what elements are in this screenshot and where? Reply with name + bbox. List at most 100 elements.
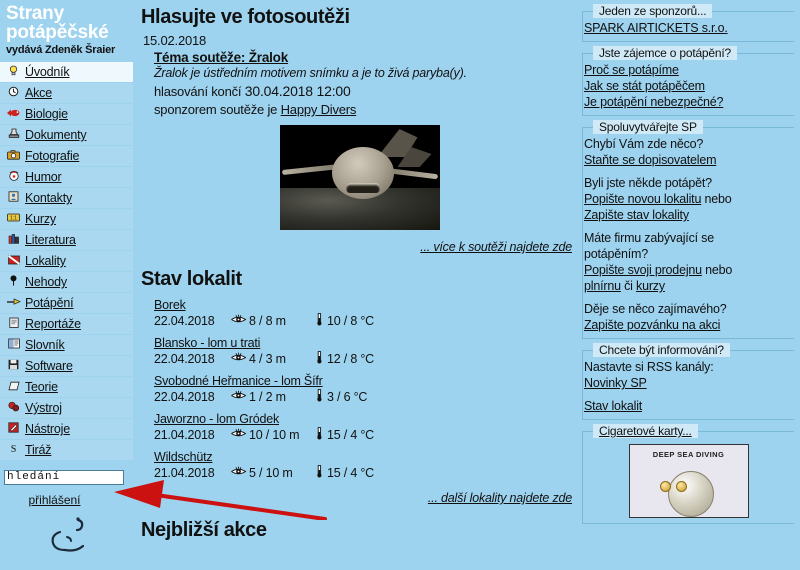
locality-temperature: 12 / 8 °C	[327, 352, 374, 366]
contest-deadline: hlasování končí 30.04.2018 12:00	[154, 83, 578, 99]
sidebar-item-kurzy[interactable]: 1:1 Kurzy	[0, 209, 133, 230]
sidebar-item-potapeni[interactable]: Potápění	[0, 293, 133, 314]
describe-shop-link[interactable]: Popište svoji prodejnu	[584, 263, 702, 277]
sidebar-item-fotografie[interactable]: Fotografie	[0, 146, 133, 167]
cocreate-question-3-line2: potápěním?	[584, 247, 649, 261]
events-title: Nejbližší akce	[141, 519, 267, 541]
thermometer-icon	[311, 389, 327, 405]
localities-more-link[interactable]: ... další lokality najdete zde	[428, 491, 572, 505]
locality-date: 21.04.2018	[154, 466, 215, 480]
rss-localities-link[interactable]: Stav lokalit	[584, 399, 642, 413]
photo-shark-mouth	[345, 183, 380, 193]
sidebar-item-nastroje[interactable]: Nástroje	[0, 419, 133, 440]
contest-sponsor: sponzorem soutěže je Happy Divers	[154, 102, 578, 117]
rss-box: Chcete být informováni? Nastavte si RSS …	[582, 343, 794, 420]
locality-name-link[interactable]: Borek	[154, 298, 186, 312]
search-input[interactable]	[4, 469, 124, 485]
interest-box: Jste zájemce o potápění? Proč se potápím…	[582, 46, 794, 116]
sidebar-item-dokumenty[interactable]: Dokumenty	[0, 125, 133, 146]
sidebar-item-lokality[interactable]: Lokality	[0, 251, 133, 272]
sidebar-item-label: Reportáže	[25, 317, 81, 331]
page-root: Strany potápěčské vydává Zdeněk Šraier Ú…	[0, 0, 800, 570]
shark-photo[interactable]	[279, 125, 440, 230]
describe-locality-link[interactable]: Popište novou lokalitu	[584, 192, 701, 206]
contest-theme-link[interactable]: Téma soutěže: Žralok	[154, 50, 288, 65]
locality-temperature: 10 / 8 °C	[327, 314, 374, 328]
locality-visibility: 10 / 10 m	[249, 428, 300, 442]
fish-doodle-icon	[34, 516, 104, 559]
sidebar-item-slovnik[interactable]: Slovník	[0, 335, 133, 356]
dictionary-icon	[6, 338, 21, 352]
dollar-icon: S	[6, 443, 21, 457]
thermometer-icon	[311, 465, 327, 481]
interest-box-legend: Jste zájemce o potápění?	[593, 46, 737, 60]
interest-link[interactable]: Jak se stát potápěčem	[584, 79, 705, 93]
cocreate-question-2: Byli jste někde potápět?	[584, 176, 712, 190]
submit-event-link[interactable]: Zapište pozvánku na akci	[584, 318, 720, 332]
sidebar-item-akce[interactable]: Akce	[0, 83, 133, 104]
contest-details: Téma soutěže: Žralok Žralok je ústředním…	[154, 50, 578, 117]
sidebar-item-teorie[interactable]: Teorie	[0, 377, 133, 398]
interest-link[interactable]: Proč se potápíme	[584, 63, 679, 77]
filling-station-link[interactable]: plnírnu	[584, 279, 621, 293]
diveflag-icon	[6, 254, 21, 268]
sidebar-item-uvodnik[interactable]: Úvodník	[0, 62, 133, 83]
svg-text:S: S	[11, 444, 17, 454]
record-locality-state-link[interactable]: Zapište stav lokality	[584, 208, 689, 222]
table-row: Blansko - lom u trati 22.04.2018 4 / 3 m…	[154, 335, 578, 367]
sponsor-company-link[interactable]: SPARK AIRTICKETS s.r.o.	[584, 21, 728, 35]
sponsor-link[interactable]: Happy Divers	[281, 102, 357, 117]
locality-visibility: 1 / 2 m	[249, 390, 286, 404]
sidebar-item-label: Akce	[25, 86, 52, 100]
cards-box-legend[interactable]: Cigaretové karty...	[593, 424, 698, 438]
sponsor-prefix: sponzorem soutěže je	[154, 102, 278, 117]
contest-more-link[interactable]: ... více k soutěži najdete zde	[420, 240, 572, 254]
locality-visibility: 8 / 8 m	[249, 314, 286, 328]
cocreate-answer-2b-row: Zapište stav lokality	[583, 207, 794, 223]
login-link[interactable]: přihlášení	[28, 493, 80, 507]
sidebar-item-reportaze[interactable]: Reportáže	[0, 314, 133, 335]
locality-date: 22.04.2018	[154, 352, 215, 366]
cocreate-answer-3a-row: Popište svoji prodejnu nebo	[583, 262, 794, 278]
locality-name-link[interactable]: Jaworzno - lom Gródek	[154, 412, 279, 426]
sidebar-item-nehody[interactable]: Nehody	[0, 272, 133, 293]
sidebar-item-biologie[interactable]: Biologie	[0, 104, 133, 125]
sidebar-item-kontakty[interactable]: Kontakty	[0, 188, 133, 209]
interest-link[interactable]: Je potápění nebezpečné?	[584, 95, 723, 109]
cigarette-card-image[interactable]: DEEP SEA DIVING	[628, 444, 749, 518]
rss-news-link[interactable]: Novinky SP	[584, 376, 647, 390]
locality-name-link[interactable]: Wildschütz	[154, 450, 213, 464]
become-contributor-link[interactable]: Staňte se dopisovatelem	[584, 153, 716, 167]
sidebar-item-literatura[interactable]: Literatura	[0, 230, 133, 251]
pin-icon	[6, 275, 21, 289]
contest-description: Žralok je ústředním motivem snímku a je …	[154, 66, 467, 80]
locality-date: 22.04.2018	[154, 314, 215, 328]
locality-name-link[interactable]: Svobodné Heřmanice - lom Šífr	[154, 374, 323, 388]
cocreate-answer-2a-row: Popište novou lokalitu nebo	[583, 191, 794, 207]
tools-icon	[6, 422, 21, 436]
thermometer-icon	[311, 427, 327, 443]
lightbulb-icon	[6, 65, 21, 79]
search-area	[4, 467, 133, 485]
conjunction-nebo: nebo	[701, 263, 733, 277]
sidebar-item-vystroj[interactable]: Výstroj	[0, 398, 133, 419]
conjunction-nebo: nebo	[701, 192, 732, 206]
table-row: Svobodné Heřmanice - lom Šífr 22.04.2018…	[154, 373, 578, 405]
conjunction-ci: či	[620, 279, 637, 293]
sidebar-item-software[interactable]: Software	[0, 356, 133, 377]
sidebar-item-tiraz[interactable]: S Tiráž	[0, 440, 133, 461]
sponsor-box: Jeden ze sponzorů... SPARK AIRTICKETS s.…	[582, 4, 794, 42]
sidebar-item-label: Lokality	[25, 254, 66, 268]
cocreate-box-legend: Spoluvytvářejte SP	[593, 120, 703, 134]
locality-name-link[interactable]: Blansko - lom u trati	[154, 336, 260, 350]
card-detail-icon	[659, 481, 671, 492]
cards-legend-link[interactable]: Cigaretové karty...	[599, 424, 692, 438]
localities-list: Borek 22.04.2018 8 / 8 m 10 / 8 °C Blans…	[141, 297, 578, 481]
sidebar-item-humor[interactable]: Humor	[0, 167, 133, 188]
locality-visibility: 5 / 10 m	[249, 466, 293, 480]
books-icon	[6, 233, 21, 247]
table-row: Jaworzno - lom Gródek 21.04.2018 10 / 10…	[154, 411, 578, 443]
courses-link[interactable]: kurzy	[636, 279, 665, 293]
floppy-icon	[6, 359, 21, 373]
